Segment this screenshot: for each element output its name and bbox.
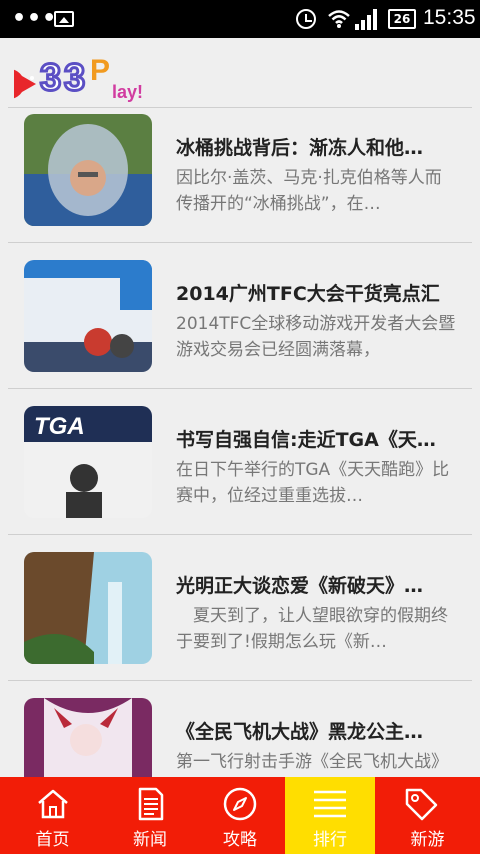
list-divider [8,242,472,243]
compass-icon [223,787,257,821]
article-description: 夏天到了，让人望眼欲穿的假期终于要到了!假期怎么玩《新… [176,606,448,652]
tab-label: 首页 [35,830,70,850]
article-item[interactable]: 《全民飞机大战》黑龙公主… 第一飞行射击手游《全民飞机大战》再上新星强势来袭，接… [0,691,480,777]
list-divider [8,388,472,389]
article-thumbnail: TGA [24,406,152,518]
article-list[interactable]: 冰桶挑战背后：渐冻人和他… 因比尔·盖茨、马克·扎克伯格等人而传播开的“冰桶挑战… [0,107,480,777]
article-description: 2014TFC全球移动游戏开发者大会暨游戏交易会已经圆满落幕， [176,314,456,360]
more-dots-icon: ••• [12,6,58,31]
article-item[interactable]: 冰桶挑战背后：渐冻人和他… 因比尔·盖茨、马克·扎克伯格等人而传播开的“冰桶挑战… [0,107,480,253]
gallery-icon [54,11,74,27]
article-title: 冰桶挑战背后：渐冻人和他… [176,137,424,159]
status-bar: ••• 26 15:35 [0,0,480,38]
alarm-icon [296,9,316,29]
tab-home[interactable]: 首页 [0,777,105,854]
signal-icon [355,9,377,30]
home-icon [38,789,68,819]
article-title: 2014广州TFC大会干货亮点汇 [176,283,440,305]
article-title: 《全民飞机大战》黑龙公主… [176,721,424,743]
article-description: 在日下午举行的TGA《天天酷跑》比赛中，位经过重重选拔… [176,460,450,506]
tab-new-games[interactable]: 新游 [375,777,480,854]
svg-text:TGA: TGA [34,413,85,440]
tab-label: 新闻 [133,830,167,850]
clock-time: 15:35 [423,6,476,29]
menu-list-icon [314,790,346,818]
article-title: 书写自强自信:走近TGA《天… [176,429,436,451]
tab-ranking[interactable]: 排行 [285,777,375,854]
battery-icon: 26 [388,9,416,29]
article-description: 第一飞行射击手游《全民飞机大战》再上新星强势来袭，接档… [176,752,448,772]
article-item[interactable]: 光明正大谈恋爱《新破天》… 夏天到了，让人望眼欲穿的假期终于要到了!假期怎么玩《… [0,545,480,691]
article-title: 光明正大谈恋爱《新破天》… [176,575,424,597]
svg-text:lay!: lay! [112,82,143,102]
tab-news[interactable]: 新闻 [105,777,195,854]
article-thumbnail [24,114,152,226]
app-logo: 3 3 P lay! [14,54,143,102]
tab-guides[interactable]: 攻略 [195,777,285,854]
article-thumbnail [24,552,152,664]
article-item[interactable]: TGA 书写自强自信:走近TGA《天… 在日下午举行的TGA《天天酷跑》比赛中，… [0,399,480,545]
article-description: 因比尔·盖茨、马克·扎克伯格等人而传播开的“冰桶挑战”，在… [176,168,442,214]
tab-label: 新游 [410,830,445,850]
svg-text:3: 3 [40,57,61,99]
app-header: 3 3 P lay! [0,38,480,108]
news-icon [138,787,164,821]
article-thumbnail [24,260,152,372]
list-divider [8,680,472,681]
list-divider [8,534,472,535]
article-thumbnail [24,698,152,777]
tab-label: 攻略 [223,830,257,850]
bottom-nav: 首页 新闻 攻略 排行 新游 [0,777,480,854]
tag-icon [405,788,438,821]
wifi-icon [328,10,350,28]
article-item[interactable]: 2014广州TFC大会干货亮点汇 2014TFC全球移动游戏开发者大会暨游戏交易… [0,253,480,399]
tab-label: 排行 [313,830,347,850]
svg-text:P: P [90,54,110,87]
svg-text:3: 3 [64,57,85,99]
